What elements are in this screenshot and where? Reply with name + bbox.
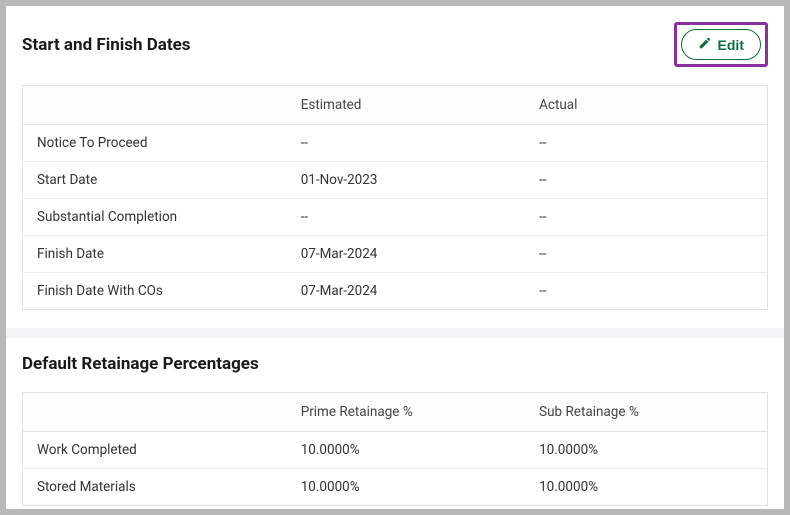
edit-button-label: Edit: [718, 37, 744, 53]
table-row: Finish Date 07-Mar-2024 --: [23, 236, 768, 273]
row-prime: 10.0000%: [291, 432, 529, 469]
table-row: Finish Date With COs 07-Mar-2024 --: [23, 273, 768, 310]
table-row: Substantial Completion -- --: [23, 199, 768, 236]
row-sub: 10.0000%: [529, 469, 767, 506]
retainage-section-title: Default Retainage Percentages: [22, 354, 259, 374]
row-prime: 10.0000%: [291, 469, 529, 506]
row-sub: 10.0000%: [529, 432, 767, 469]
dates-col-actual: Actual: [529, 86, 767, 125]
row-actual: --: [529, 199, 767, 236]
row-estimated: --: [291, 125, 529, 162]
row-label: Finish Date: [23, 236, 291, 273]
dates-table-header-row: Estimated Actual: [23, 86, 768, 125]
row-estimated: 07-Mar-2024: [291, 236, 529, 273]
dates-table: Estimated Actual Notice To Proceed -- --…: [22, 85, 768, 310]
retainage-section: Default Retainage Percentages Prime Reta…: [6, 338, 784, 509]
row-actual: --: [529, 273, 767, 310]
row-label: Work Completed: [23, 432, 291, 469]
row-label: Start Date: [23, 162, 291, 199]
table-row: Stored Materials 10.0000% 10.0000%: [23, 469, 768, 506]
dates-section: Start and Finish Dates Edit Estimated Ac…: [6, 6, 784, 328]
row-label: Finish Date With COs: [23, 273, 291, 310]
retainage-table: Prime Retainage % Sub Retainage % Work C…: [22, 392, 768, 506]
table-row: Start Date 01-Nov-2023 --: [23, 162, 768, 199]
dates-section-title: Start and Finish Dates: [22, 35, 191, 55]
row-estimated: 07-Mar-2024: [291, 273, 529, 310]
edit-highlight: Edit: [674, 22, 768, 67]
row-estimated: 01-Nov-2023: [291, 162, 529, 199]
row-label: Stored Materials: [23, 469, 291, 506]
page-container: Start and Finish Dates Edit Estimated Ac…: [6, 6, 784, 509]
retainage-col-sub: Sub Retainage %: [529, 393, 767, 432]
edit-button[interactable]: Edit: [681, 29, 761, 60]
retainage-col-prime: Prime Retainage %: [291, 393, 529, 432]
retainage-section-header: Default Retainage Percentages: [22, 354, 768, 374]
row-estimated: --: [291, 199, 529, 236]
retainage-table-header-row: Prime Retainage % Sub Retainage %: [23, 393, 768, 432]
section-divider: [6, 328, 784, 338]
retainage-col-blank: [23, 393, 291, 432]
dates-col-estimated: Estimated: [291, 86, 529, 125]
row-actual: --: [529, 162, 767, 199]
row-label: Substantial Completion: [23, 199, 291, 236]
row-label: Notice To Proceed: [23, 125, 291, 162]
table-row: Work Completed 10.0000% 10.0000%: [23, 432, 768, 469]
dates-col-blank: [23, 86, 291, 125]
row-actual: --: [529, 125, 767, 162]
row-actual: --: [529, 236, 767, 273]
pencil-icon: [698, 36, 712, 53]
table-row: Notice To Proceed -- --: [23, 125, 768, 162]
dates-section-header: Start and Finish Dates Edit: [22, 22, 768, 67]
